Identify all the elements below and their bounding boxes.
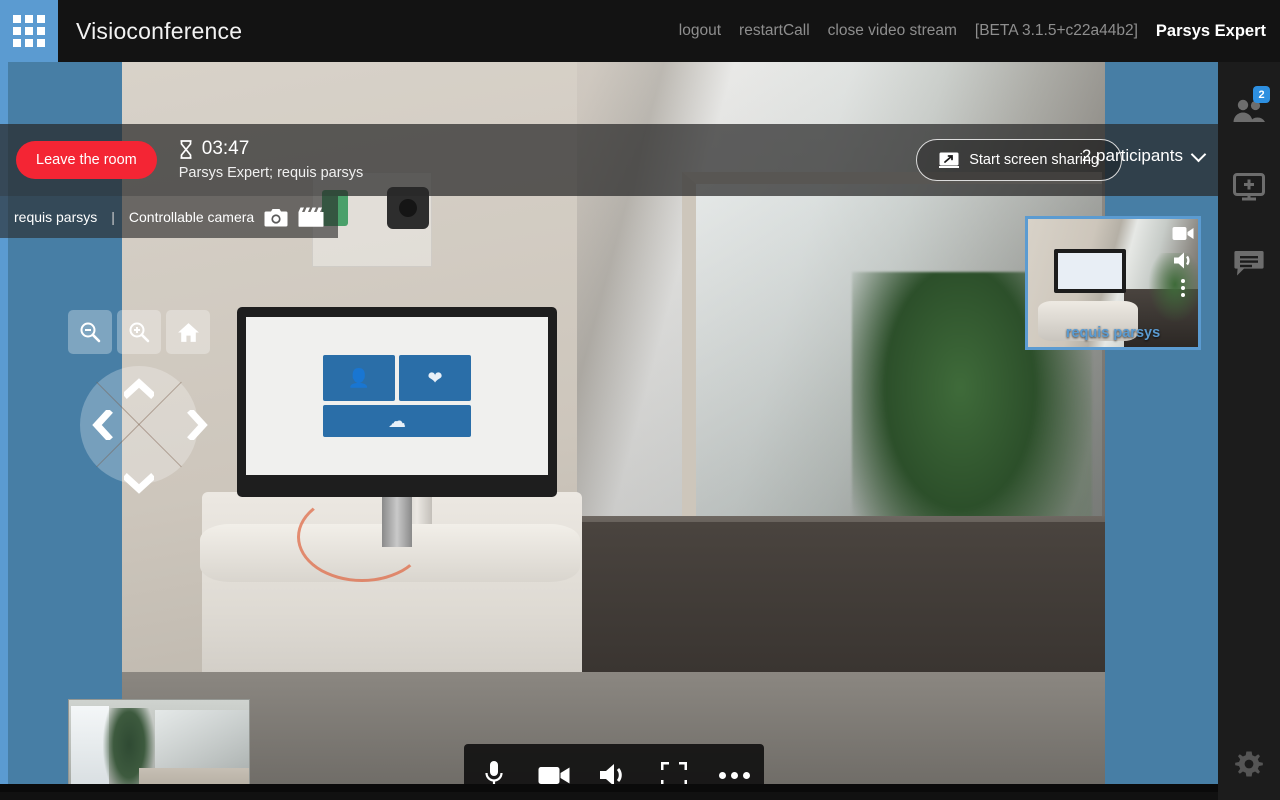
heart-pulse-icon: ❤ xyxy=(427,367,443,388)
self-view-glass xyxy=(155,710,249,772)
logout-link[interactable]: logout xyxy=(679,22,721,40)
ptz-zoom-in-button[interactable] xyxy=(117,310,161,354)
video-camera-icon[interactable] xyxy=(1172,225,1194,242)
pip-monitor xyxy=(1054,249,1126,293)
ptz-zoom-controls xyxy=(68,310,210,354)
arrow-up-icon xyxy=(122,378,156,399)
participants-badge: 2 xyxy=(1253,86,1270,103)
camera-mode-label[interactable]: Controllable camera xyxy=(129,209,254,225)
sidebar-item-settings[interactable] xyxy=(1218,750,1280,780)
participant-thumbnail-controls xyxy=(1172,225,1194,297)
call-toolbar: Leave the room 03:47 Parsys Expert; requ… xyxy=(0,124,1218,196)
more-horizontal-icon xyxy=(718,771,750,779)
arrow-left-icon xyxy=(92,408,113,442)
zoom-in-icon xyxy=(129,322,150,343)
stage-bottom-strip xyxy=(0,784,1218,792)
current-user-label: Parsys Expert xyxy=(1155,21,1266,40)
chevron-down-icon xyxy=(1190,146,1207,162)
call-participant-names: Parsys Expert; requis parsys xyxy=(178,165,364,182)
grid-apps-icon xyxy=(13,15,45,47)
record-button[interactable] xyxy=(298,207,324,227)
add-screen-icon xyxy=(1233,173,1265,201)
call-timer-row: 03:47 xyxy=(179,136,364,162)
camera-source-bar: requis parsys | Controllable camera xyxy=(0,196,339,238)
speaker-icon[interactable] xyxy=(1173,251,1194,270)
self-view-thumbnail[interactable] xyxy=(68,699,250,792)
participant-thumbnail-label: requis parsys xyxy=(1065,325,1161,341)
call-timer-value: 03:47 xyxy=(201,138,250,160)
chat-bubble-icon xyxy=(1234,250,1264,275)
arrow-down-icon xyxy=(122,473,156,494)
leave-room-button[interactable]: Leave the room xyxy=(16,141,157,179)
monitor-tile-person: 👤 xyxy=(323,355,395,401)
more-vertical-icon[interactable] xyxy=(1181,279,1185,297)
participants-count-label: 2 participants xyxy=(1081,146,1183,165)
call-timer-block: 03:47 Parsys Expert; requis parsys xyxy=(179,136,364,183)
scene-monitor-screen: 👤 ❤ ☁ xyxy=(246,317,548,475)
ptz-home-button[interactable] xyxy=(166,310,210,354)
right-sidebar: 2 xyxy=(1218,62,1280,800)
apps-grid-button[interactable] xyxy=(0,0,58,62)
main-video-stage[interactable]: 👤 ❤ ☁ requis parsys Leave the room 03:47… xyxy=(0,62,1218,792)
scene-monitor: 👤 ❤ ☁ xyxy=(237,307,557,497)
ptz-zoom-out-button[interactable] xyxy=(68,310,112,354)
version-label: [BETA 3.1.5+c22a44b2] xyxy=(974,22,1138,39)
start-screen-sharing-label: Start screen sharing xyxy=(969,152,1099,168)
page-title: Visioconference xyxy=(76,17,243,44)
visioconference-app: Visioconference logout restartCall close… xyxy=(0,0,1280,800)
photo-camera-icon xyxy=(264,209,288,227)
zoom-out-icon xyxy=(80,322,101,343)
participants-dropdown[interactable]: 2 participants xyxy=(1081,146,1207,166)
hourglass-icon xyxy=(179,139,193,159)
sidebar-item-chat[interactable] xyxy=(1218,232,1280,294)
gear-icon xyxy=(1235,751,1263,777)
arrow-right-icon xyxy=(187,408,208,442)
person-icon: 👤 xyxy=(347,367,371,388)
participant-thumbnail[interactable]: requis parsys xyxy=(1025,216,1201,350)
cloud-icon: ☁ xyxy=(388,410,406,431)
monitor-tiles: 👤 ❤ ☁ xyxy=(323,355,471,437)
monitor-tile-vitals: ❤ xyxy=(399,355,471,401)
clapperboard-icon xyxy=(298,207,324,227)
scene-monitor-stand xyxy=(382,497,412,547)
source-separator: | xyxy=(111,209,115,225)
monitor-tile-cloud: ☁ xyxy=(323,405,471,437)
ptz-direction-pad[interactable] xyxy=(80,366,208,494)
home-icon xyxy=(177,322,199,342)
self-view-video xyxy=(69,700,249,792)
restart-call-link[interactable]: restartCall xyxy=(739,22,810,40)
snapshot-button[interactable] xyxy=(264,207,288,227)
sidebar-item-participants[interactable]: 2 xyxy=(1218,80,1280,142)
header-actions: logout restartCall close video stream [B… xyxy=(679,22,1280,41)
app-header: Visioconference logout restartCall close… xyxy=(0,0,1280,62)
camera-source-name[interactable]: requis parsys xyxy=(14,209,97,225)
sidebar-item-add-screen[interactable] xyxy=(1218,156,1280,218)
screen-share-icon xyxy=(939,152,960,168)
close-video-stream-link[interactable]: close video stream xyxy=(828,22,957,40)
